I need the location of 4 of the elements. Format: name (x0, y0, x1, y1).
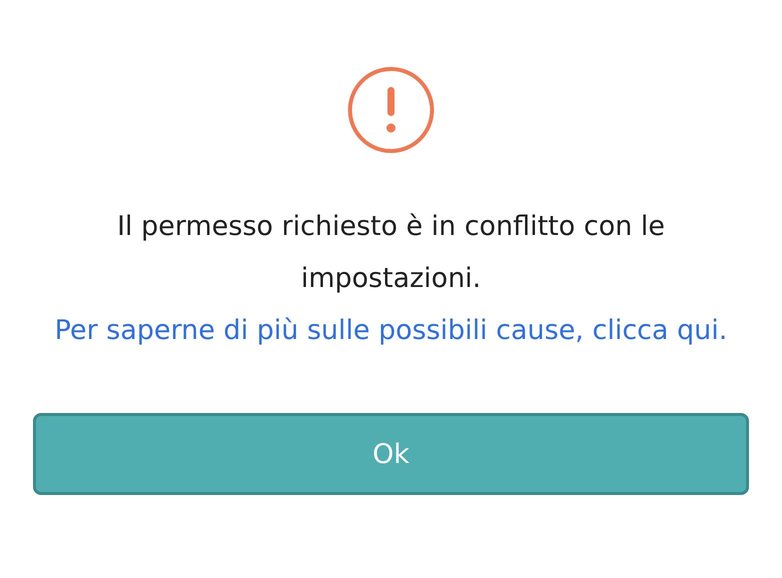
help-link[interactable]: Per saperne di più sulle possibili cause, clicca qui. (41, 305, 741, 357)
ok-button[interactable]: Ok (33, 413, 749, 495)
warning-icon (346, 65, 436, 155)
alert-message: Il permesso richiesto è in conflitto con le impostazioni. (116, 210, 666, 296)
